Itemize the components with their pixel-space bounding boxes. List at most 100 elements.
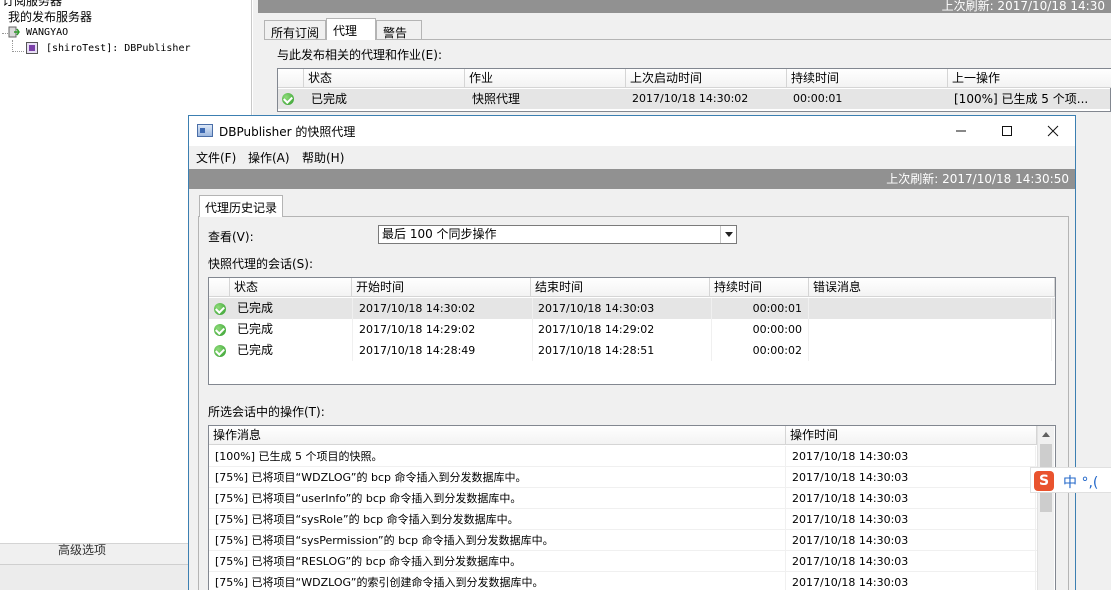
actions-grid: 操作消息 操作时间 [100%] 已生成 5 个项目的快照。 2017/10/1…: [208, 425, 1056, 590]
action-message: [100%] 已生成 5 个项目的快照。: [211, 446, 786, 467]
row-status: 已完成: [311, 92, 348, 106]
session-error: [812, 340, 1052, 361]
actions-label: 所选会话中的操作(T):: [208, 405, 325, 419]
publication-icon: [26, 42, 38, 54]
action-time: 2017/10/18 14:30:03: [788, 446, 1036, 467]
status-strip: [0, 564, 195, 590]
session-duration: 00:00:00: [713, 319, 809, 340]
close-icon: [1047, 125, 1059, 137]
table-row[interactable]: [75%] 已将项目“userInfo”的 bcp 命令插入到分发数据库中。 2…: [209, 488, 1037, 509]
column-header-duration[interactable]: 持续时间: [710, 278, 809, 297]
session-error: [812, 319, 1052, 340]
action-time: 2017/10/18 14:30:03: [788, 467, 1036, 488]
close-button[interactable]: [1030, 116, 1076, 146]
tree-item-subscribers[interactable]: 订阅服务器: [2, 0, 62, 8]
session-duration: 00:00:02: [713, 340, 809, 361]
vertical-scrollbar[interactable]: [1037, 426, 1054, 590]
session-error: [812, 298, 1052, 319]
action-time: 2017/10/18 14:30:03: [788, 572, 1036, 590]
menu-file[interactable]: 文件(F): [196, 149, 236, 166]
tab-label: 代理: [333, 24, 358, 38]
tab-agent-history[interactable]: 代理历史记录: [199, 195, 284, 217]
menu-bar: 文件(F) 操作(A) 帮助(H): [189, 147, 1075, 167]
maximize-button[interactable]: [984, 116, 1030, 146]
action-message: [75%] 已将项目“userInfo”的 bcp 命令插入到分发数据库中。: [211, 488, 786, 509]
action-message: [75%] 已将项目“WDZLOG”的 bcp 命令插入到分发数据库中。: [211, 467, 786, 488]
app-icon: [197, 124, 213, 137]
status-ok-icon: [214, 324, 226, 336]
table-row[interactable]: [75%] 已将项目“sysRole”的 bcp 命令插入到分发数据库中。 20…: [209, 509, 1037, 530]
column-header-start-time[interactable]: 开始时间: [352, 278, 531, 297]
column-header-action-time[interactable]: 操作时间: [786, 426, 1037, 445]
column-header-select[interactable]: [278, 69, 304, 88]
agents-caption: 与此发布相关的代理和作业(E):: [277, 48, 442, 62]
view-select-value: 最后 100 个同步操作: [382, 227, 497, 241]
view-select[interactable]: 最后 100 个同步操作: [378, 225, 737, 244]
tab-all-subscriptions[interactable]: 所有订阅: [264, 20, 326, 40]
server-icon: [8, 26, 20, 38]
scroll-up-icon[interactable]: [1038, 426, 1055, 443]
column-header-status[interactable]: 状态: [230, 278, 352, 297]
table-row[interactable]: [75%] 已将项目“WDZLOG”的 bcp 命令插入到分发数据库中。 201…: [209, 467, 1037, 488]
column-header-message[interactable]: 操作消息: [209, 426, 786, 445]
tab-agents[interactable]: 代理: [326, 18, 376, 40]
column-header-last-start[interactable]: 上次启动时间: [626, 69, 787, 88]
tab-warnings[interactable]: 警告: [376, 20, 422, 40]
status-ok-icon: [282, 93, 294, 105]
session-status: 已完成: [233, 340, 353, 361]
tree-item-label: [shiroTest]: DBPublisher: [46, 43, 191, 54]
title-bar[interactable]: DBPublisher 的快照代理: [189, 116, 1075, 146]
table-row[interactable]: 已完成 快照代理 2017/10/18 14:30:02 00:00:01 [1…: [278, 89, 1110, 109]
row-start-time: 2017/10/18 14:30:02: [632, 92, 749, 105]
action-time: 2017/10/18 14:30:03: [788, 509, 1036, 530]
tree-item-label: 我的发布服务器: [8, 10, 93, 24]
tab-label: 警告: [383, 26, 408, 40]
chevron-down-icon[interactable]: [720, 226, 736, 243]
tab-label: 所有订阅: [271, 26, 320, 40]
tree-item-label: 订阅服务器: [2, 0, 63, 8]
snapshot-agent-window: DBPublisher 的快照代理 文件(F) 操作(A) 帮助(H) 上次刷新…: [188, 115, 1076, 590]
column-header-select[interactable]: [209, 278, 230, 297]
session-start: 2017/10/18 14:30:02: [355, 298, 533, 319]
column-header-status[interactable]: 状态: [304, 69, 465, 88]
row-last-action: [100%] 已生成 5 个项...: [954, 92, 1089, 106]
view-label: 查看(V):: [208, 230, 254, 244]
table-row[interactable]: [75%] 已将项目“sysPermission”的 bcp 命令插入到分发数据…: [209, 530, 1037, 551]
agents-grid-header: 状态 作业 上次启动时间 持续时间 上一操作: [278, 69, 1111, 88]
table-row[interactable]: 已完成 2017/10/18 14:28:49 2017/10/18 14:28…: [209, 340, 1055, 361]
column-header-job[interactable]: 作业: [465, 69, 626, 88]
session-start: 2017/10/18 14:29:02: [355, 319, 533, 340]
ime-indicator[interactable]: S 中 °,(: [1030, 467, 1111, 493]
dialog-refresh-bar: 上次刷新: 2017/10/18 14:30:50: [189, 169, 1075, 189]
menu-action[interactable]: 操作(A): [248, 149, 290, 166]
column-header-end-time[interactable]: 结束时间: [531, 278, 710, 297]
maximize-icon: [1002, 126, 1012, 136]
column-header-last-action[interactable]: 上一操作: [948, 69, 1111, 88]
action-time: 2017/10/18 14:30:03: [788, 488, 1036, 509]
advanced-options-link[interactable]: 高级选项: [58, 541, 106, 558]
session-end: 2017/10/18 14:30:03: [534, 298, 712, 319]
tree-item-my-publishers[interactable]: 我的发布服务器: [8, 10, 92, 24]
table-row[interactable]: [75%] 已将项目“RESLOG”的 bcp 命令插入到分发数据库中。 201…: [209, 551, 1037, 572]
table-row[interactable]: 已完成 2017/10/18 14:30:02 2017/10/18 14:30…: [209, 298, 1055, 319]
row-job: 快照代理: [472, 92, 521, 106]
table-row[interactable]: [75%] 已将项目“WDZLOG”的索引创建命令插入到分发数据库中。 2017…: [209, 572, 1037, 590]
action-message: [75%] 已将项目“RESLOG”的 bcp 命令插入到分发数据库中。: [211, 551, 786, 572]
action-time: 2017/10/18 14:30:03: [788, 551, 1036, 572]
action-message: [75%] 已将项目“sysRole”的 bcp 命令插入到分发数据库中。: [211, 509, 786, 530]
tab-divider: [264, 39, 1111, 40]
table-row[interactable]: 已完成 2017/10/18 14:29:02 2017/10/18 14:29…: [209, 319, 1055, 340]
minimize-button[interactable]: [938, 116, 984, 146]
row-duration: 00:00:01: [793, 92, 843, 105]
column-header-duration[interactable]: 持续时间: [787, 69, 948, 88]
table-row[interactable]: [100%] 已生成 5 个项目的快照。 2017/10/18 14:30:03: [209, 446, 1037, 467]
menu-help[interactable]: 帮助(H): [302, 149, 344, 166]
tree-connector: [12, 51, 24, 52]
sessions-grid: 状态 开始时间 结束时间 持续时间 错误消息 已完成 2017/10/18 14…: [208, 277, 1056, 385]
session-start: 2017/10/18 14:28:49: [355, 340, 533, 361]
monitor-refresh-bar: 上次刷新: 2017/10/18 14:30: [258, 0, 1111, 13]
sessions-label: 快照代理的会话(S):: [208, 257, 314, 271]
action-time: 2017/10/18 14:30:03: [788, 530, 1036, 551]
column-header-error[interactable]: 错误消息: [809, 278, 1055, 297]
ime-mode-text: 中 °,(: [1063, 475, 1099, 491]
